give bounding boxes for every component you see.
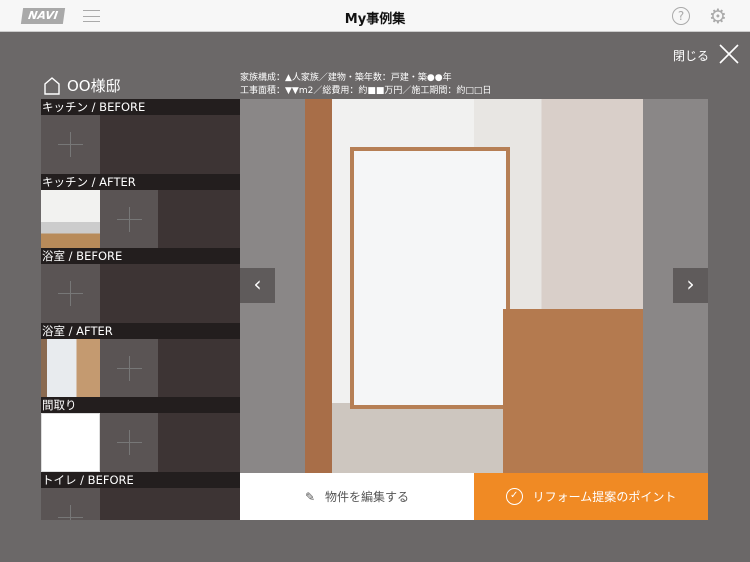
property-title: OO様邸 — [43, 75, 121, 96]
close-label[interactable]: 閉じる — [673, 47, 709, 64]
property-info: 家族構成：▲人家族／建物・築年数：戸建・築●●年 工事面積：▼▼m2／総費用：約… — [240, 72, 491, 98]
edit-label: 物件を編集する — [325, 490, 410, 504]
point-label: リフォーム提案のポイント — [532, 490, 677, 504]
reform-point-button[interactable]: ✓ リフォーム提案のポイント — [474, 473, 708, 520]
pencil-icon: ✎ — [304, 489, 316, 504]
section-label: 浴室 / BEFORE — [41, 248, 240, 264]
section: トイレ / BEFORE — [41, 471, 240, 520]
check-icon: ✓ — [505, 488, 523, 505]
info-line-2: 工事面積：▼▼m2／総費用：約■■万円／施工期間：約□□日 — [240, 86, 492, 96]
section-label: キッチン / BEFORE — [41, 99, 240, 115]
close-icon[interactable] — [719, 44, 739, 64]
info-line-1: 家族構成：▲人家族／建物・築年数：戸建・築●●年 — [240, 73, 452, 83]
house-icon — [44, 76, 60, 95]
section: キッチン / BEFORE — [41, 99, 240, 174]
photo-row — [41, 264, 240, 323]
section-label: 浴室 / AFTER — [41, 322, 240, 339]
section: 間取り — [41, 397, 240, 472]
gear-icon[interactable]: ⚙ — [709, 5, 727, 27]
photo-thumbnail[interactable] — [41, 338, 100, 397]
help-icon[interactable]: ? — [672, 7, 690, 25]
page-title: My事例集 — [344, 12, 406, 27]
property-name: OO様邸 — [67, 77, 121, 95]
section: 浴室 / AFTER — [41, 322, 240, 397]
add-photo-button[interactable] — [41, 264, 100, 323]
section-label: キッチン / AFTER — [41, 173, 240, 190]
photo-thumbnail[interactable] — [41, 189, 100, 248]
add-photo-button[interactable] — [41, 115, 100, 174]
section-label: トイレ / BEFORE — [41, 471, 240, 488]
photo-row — [41, 189, 240, 248]
photo-row — [41, 338, 240, 397]
photo-row — [41, 413, 240, 472]
main-photo — [305, 99, 643, 473]
photo-row — [41, 487, 240, 520]
section-list[interactable]: キッチン / BEFORE キッチン / AFTER 浴室 / BEFORE 浴室 /… — [41, 99, 240, 520]
next-arrow-button[interactable]: › — [673, 268, 708, 303]
add-photo-button[interactable] — [99, 413, 158, 472]
prev-arrow-button[interactable]: ‹ — [240, 268, 275, 303]
add-photo-button[interactable] — [99, 189, 158, 248]
section: キッチン / AFTER — [41, 173, 240, 248]
photo-thumbnail[interactable] — [41, 413, 100, 472]
add-photo-button[interactable] — [99, 338, 158, 397]
add-photo-button[interactable] — [41, 487, 100, 520]
top-bar: NAVI My事例集 ? ⚙ — [0, 0, 750, 32]
section: 浴室 / BEFORE — [41, 248, 240, 323]
photo-viewer: ‹ › — [240, 99, 708, 473]
section-label: 間取り — [41, 397, 240, 413]
photo-row — [41, 115, 240, 174]
edit-property-button[interactable]: ✎ 物件を編集する — [240, 473, 474, 520]
